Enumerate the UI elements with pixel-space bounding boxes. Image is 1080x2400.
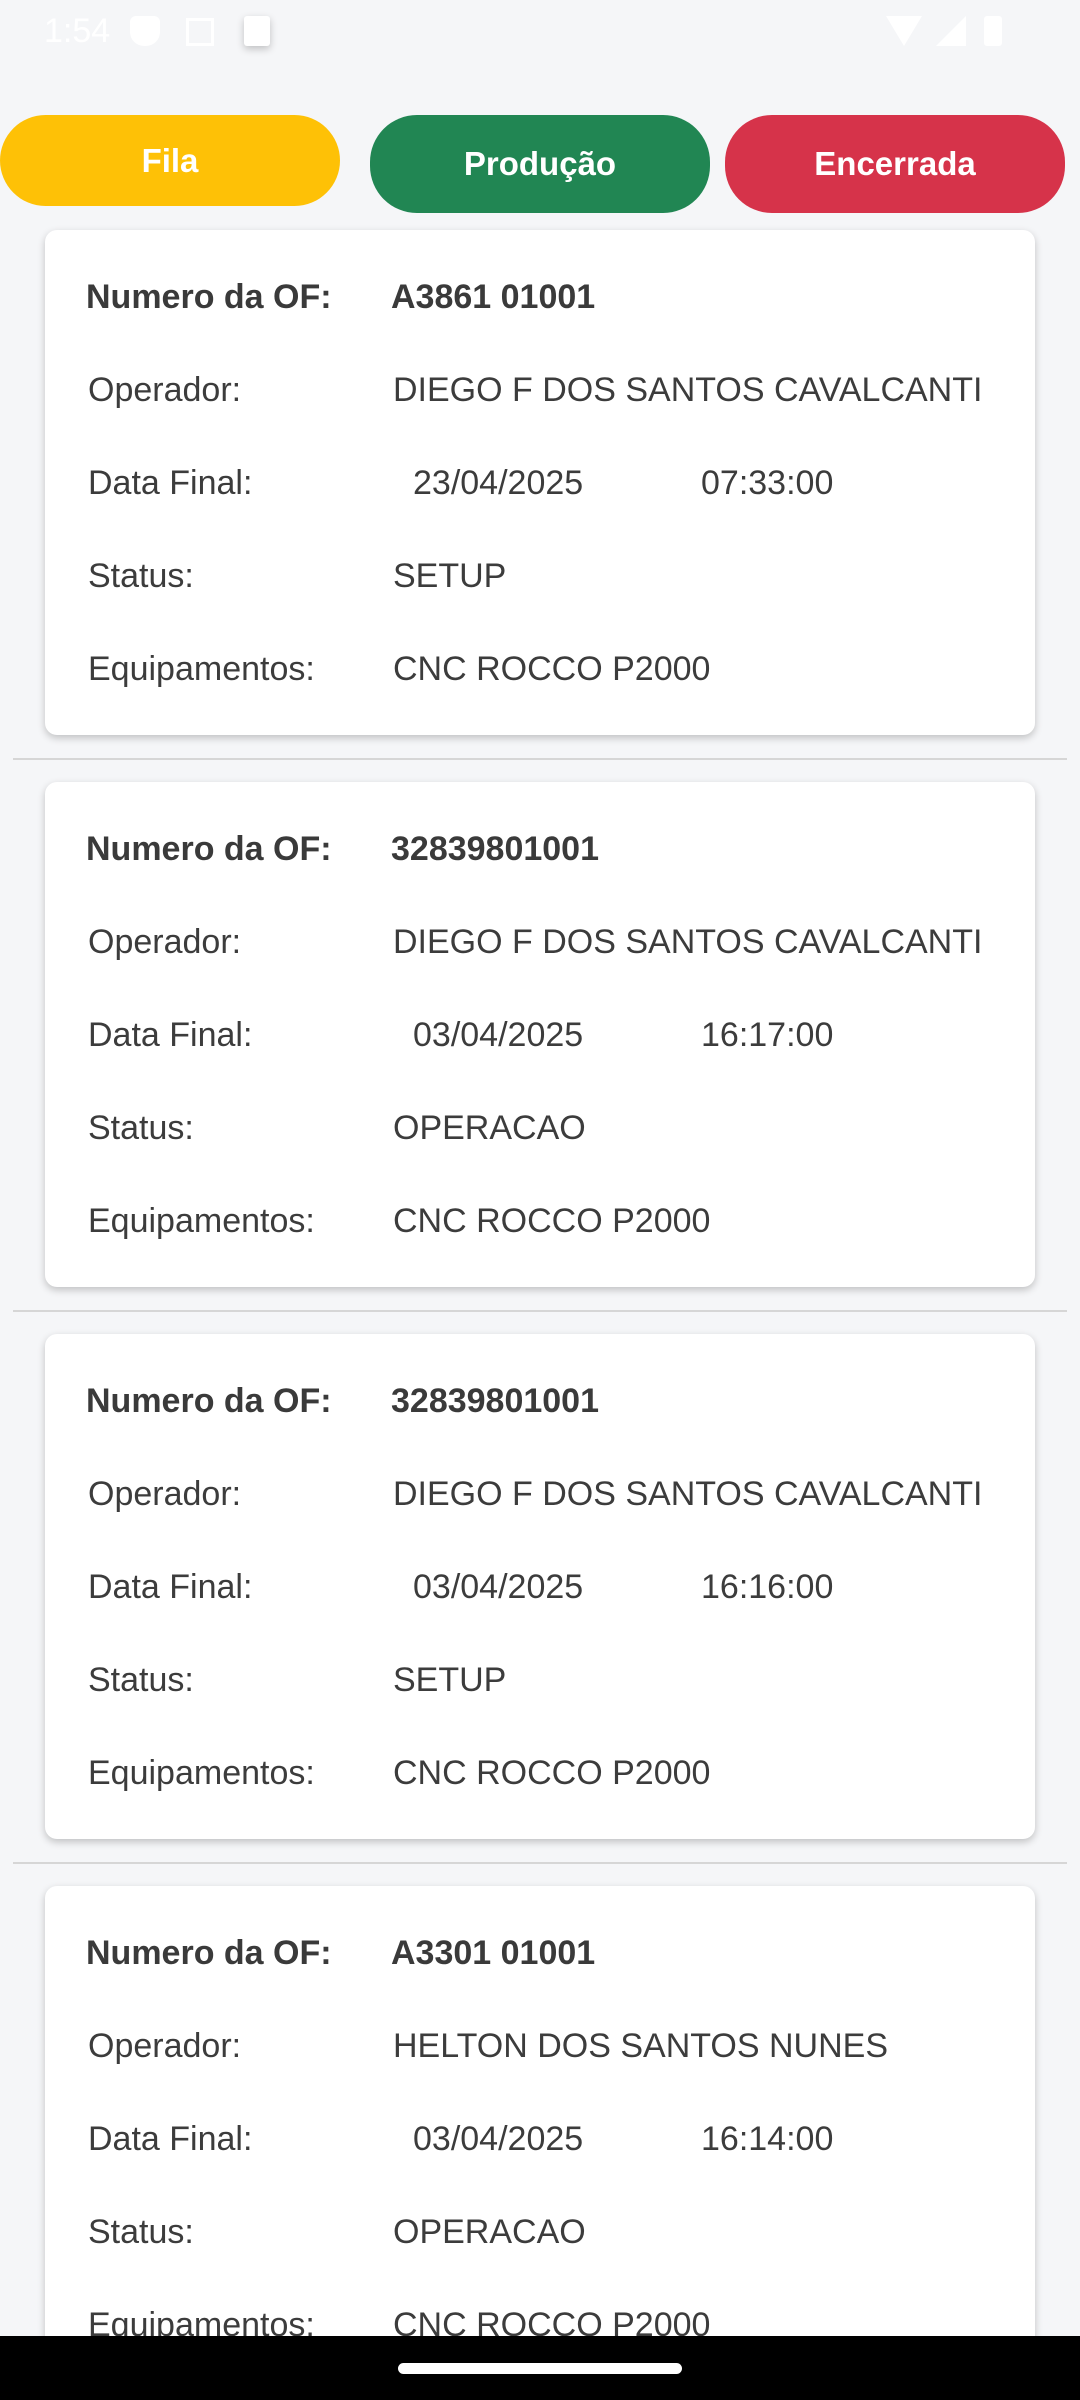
status-row: Status: SETUP — [88, 557, 1028, 607]
data-final-time: 16:16:00 — [701, 1568, 834, 1606]
of-label: Numero da OF: — [86, 278, 332, 316]
status-bar: 1:54 — [0, 0, 1080, 64]
of-card[interactable]: Numero da OF: A3861 01001 Operador: DIEG… — [45, 230, 1035, 735]
data-final-row: Data Final: 03/04/2025 16:16:00 — [88, 1568, 1028, 1618]
operador-value: DIEGO F DOS SANTOS CAVALCANTI — [393, 1475, 983, 1513]
data-final-date: 03/04/2025 — [413, 1016, 584, 1054]
data-final-row: Data Final: 03/04/2025 16:17:00 — [88, 1016, 1028, 1066]
shield-icon — [130, 16, 160, 46]
card-icon — [244, 16, 270, 46]
operador-value: DIEGO F DOS SANTOS CAVALCANTI — [393, 923, 983, 961]
status-label: Status: — [88, 1109, 194, 1147]
of-card[interactable]: Numero da OF: 32839801001 Operador: DIEG… — [45, 782, 1035, 1287]
data-final-time: 16:14:00 — [701, 2120, 834, 2158]
status-row: Status: OPERACAO — [88, 2213, 1028, 2263]
of-card[interactable]: Numero da OF: 32839801001 Operador: DIEG… — [45, 1334, 1035, 1839]
of-number-row: Numero da OF: 32839801001 — [86, 830, 1028, 880]
equipamentos-row: Equipamentos: CNC ROCCO P2000 — [88, 1754, 1028, 1804]
operador-row: Operador: HELTON DOS SANTOS NUNES — [88, 2027, 1028, 2077]
wifi-icon — [886, 16, 922, 46]
status-value: SETUP — [393, 1661, 507, 1699]
operador-row: Operador: DIEGO F DOS SANTOS CAVALCANTI — [88, 923, 1028, 973]
a-box-icon — [186, 18, 214, 46]
data-final-date: 03/04/2025 — [413, 2120, 584, 2158]
operador-label: Operador: — [88, 923, 242, 961]
data-final-time: 16:17:00 — [701, 1016, 834, 1054]
status-label: Status: — [88, 1661, 194, 1699]
status-row: Status: OPERACAO — [88, 1109, 1028, 1159]
operador-label: Operador: — [88, 371, 242, 409]
equipamentos-label: Equipamentos: — [88, 1754, 315, 1792]
data-final-date: 23/04/2025 — [413, 464, 584, 502]
of-number: A3861 01001 — [391, 278, 596, 316]
operador-row: Operador: DIEGO F DOS SANTOS CAVALCANTI — [88, 1475, 1028, 1525]
operador-value: DIEGO F DOS SANTOS CAVALCANTI — [393, 371, 983, 409]
operador-label: Operador: — [88, 1475, 242, 1513]
status-row: Status: SETUP — [88, 1661, 1028, 1711]
equipamentos-row: Equipamentos: CNC ROCCO P2000 — [88, 650, 1028, 700]
status-label: Status: — [88, 557, 194, 595]
equipamentos-label: Equipamentos: — [88, 1202, 315, 1240]
data-final-label: Data Final: — [88, 2120, 253, 2158]
equipamentos-label: Equipamentos: — [88, 650, 315, 688]
tab-producao[interactable]: Produção — [370, 115, 710, 213]
equipamentos-row: Equipamentos: CNC ROCCO P2000 — [88, 1202, 1028, 1252]
list-divider — [13, 1862, 1067, 1864]
equipamentos-value: CNC ROCCO P2000 — [393, 1202, 711, 1240]
list-divider — [13, 1310, 1067, 1312]
of-number: 32839801001 — [391, 830, 600, 868]
operador-label: Operador: — [88, 2027, 242, 2065]
equipamentos-value: CNC ROCCO P2000 — [393, 1754, 711, 1792]
operador-value: HELTON DOS SANTOS NUNES — [393, 2027, 888, 2065]
of-number: A3301 01001 — [391, 1934, 596, 1972]
operador-row: Operador: DIEGO F DOS SANTOS CAVALCANTI — [88, 371, 1028, 421]
of-number-row: Numero da OF: 32839801001 — [86, 1382, 1028, 1432]
status-time: 1:54 — [44, 12, 111, 50]
equipamentos-value: CNC ROCCO P2000 — [393, 650, 711, 688]
battery-icon — [984, 16, 1002, 46]
of-number-row: Numero da OF: A3861 01001 — [86, 278, 1028, 328]
of-number: 32839801001 — [391, 1382, 600, 1420]
home-gesture-handle[interactable] — [398, 2363, 682, 2374]
signal-icon — [936, 16, 966, 46]
of-card[interactable]: Numero da OF: A3301 01001 Operador: HELT… — [45, 1886, 1035, 2391]
status-value: OPERACAO — [393, 2213, 586, 2251]
tab-encerrada[interactable]: Encerrada — [725, 115, 1065, 213]
status-value: SETUP — [393, 557, 507, 595]
list-divider — [13, 758, 1067, 760]
data-final-label: Data Final: — [88, 1016, 253, 1054]
data-final-label: Data Final: — [88, 1568, 253, 1606]
status-label: Status: — [88, 2213, 194, 2251]
of-label: Numero da OF: — [86, 1382, 332, 1420]
of-label: Numero da OF: — [86, 830, 332, 868]
data-final-time: 07:33:00 — [701, 464, 834, 502]
data-final-date: 03/04/2025 — [413, 1568, 584, 1606]
navigation-bar — [0, 2336, 1080, 2400]
of-label: Numero da OF: — [86, 1934, 332, 1972]
tab-fila[interactable]: Fila — [0, 115, 340, 206]
of-number-row: Numero da OF: A3301 01001 — [86, 1934, 1028, 1984]
data-final-row: Data Final: 03/04/2025 16:14:00 — [88, 2120, 1028, 2170]
status-value: OPERACAO — [393, 1109, 586, 1147]
data-final-label: Data Final: — [88, 464, 253, 502]
data-final-row: Data Final: 23/04/2025 07:33:00 — [88, 464, 1028, 514]
